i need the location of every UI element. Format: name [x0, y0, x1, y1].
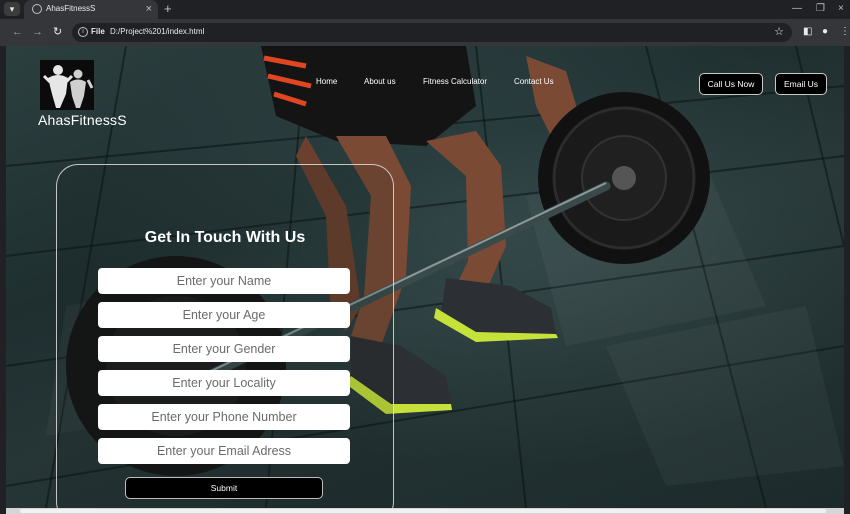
contact-form-card: Get In Touch With Us Submit	[56, 164, 394, 508]
form-title: Get In Touch With Us	[144, 229, 306, 246]
locality-input[interactable]	[98, 370, 350, 396]
tab-title: AhasFitnessS	[46, 4, 96, 13]
browser-window: ▾ AhasFitnessS × + — ❐ × ← → ↻ i File D:…	[0, 0, 850, 514]
brand-name[interactable]: AhasFitnessS	[38, 112, 127, 128]
submit-button[interactable]: Submit	[125, 477, 323, 499]
nav-contact-link[interactable]: Contact Us	[514, 77, 554, 86]
back-icon[interactable]: ←	[12, 24, 23, 40]
tab-strip: ▾ AhasFitnessS × + — ❐ ×	[0, 0, 850, 19]
menu-icon[interactable]: ⋮	[840, 24, 850, 40]
email-us-button[interactable]: Email Us	[775, 73, 827, 95]
email-input[interactable]	[98, 438, 350, 464]
name-input[interactable]	[98, 268, 350, 294]
age-input[interactable]	[98, 302, 350, 328]
profile-icon[interactable]: ●	[822, 24, 828, 40]
plus-icon[interactable]: +	[164, 1, 172, 17]
phone-input[interactable]	[98, 404, 350, 430]
bodybuilders-logo-icon	[42, 65, 94, 108]
address-bar[interactable]: i File D:/Project%201/index.html ☆	[72, 23, 792, 42]
scrollbar-thumb[interactable]	[20, 509, 826, 513]
close-window-icon[interactable]: ×	[838, 2, 844, 16]
reload-icon[interactable]: ↻	[53, 24, 62, 40]
sidepanel-icon[interactable]: ◧	[803, 24, 812, 40]
star-icon[interactable]: ☆	[774, 25, 784, 39]
nav-about-link[interactable]: About us	[364, 77, 396, 86]
gender-input[interactable]	[98, 336, 350, 362]
nav-home-link[interactable]: Home	[316, 77, 337, 86]
browser-tab[interactable]: AhasFitnessS ×	[24, 0, 158, 19]
horizontal-scrollbar[interactable]	[6, 508, 844, 514]
call-us-button[interactable]: Call Us Now	[699, 73, 763, 95]
restore-icon[interactable]: ❐	[816, 2, 825, 16]
browser-toolbar: ← → ↻ i File D:/Project%201/index.html ☆…	[0, 19, 850, 46]
close-icon[interactable]: ×	[146, 2, 152, 16]
logo-image[interactable]	[40, 60, 94, 110]
nav-calculator-link[interactable]: Fitness Calculator	[423, 77, 487, 86]
globe-icon	[32, 4, 42, 14]
tab-menu-icon[interactable]: ▾	[4, 2, 20, 16]
url-text[interactable]: D:/Project%201/index.html	[110, 27, 204, 36]
forward-icon[interactable]: →	[32, 24, 43, 40]
url-scheme: File	[91, 27, 105, 36]
page-viewport: AhasFitnessS Home About us Fitness Calcu…	[6, 46, 844, 508]
minimize-icon[interactable]: —	[792, 2, 802, 16]
info-icon[interactable]: i	[78, 27, 88, 37]
